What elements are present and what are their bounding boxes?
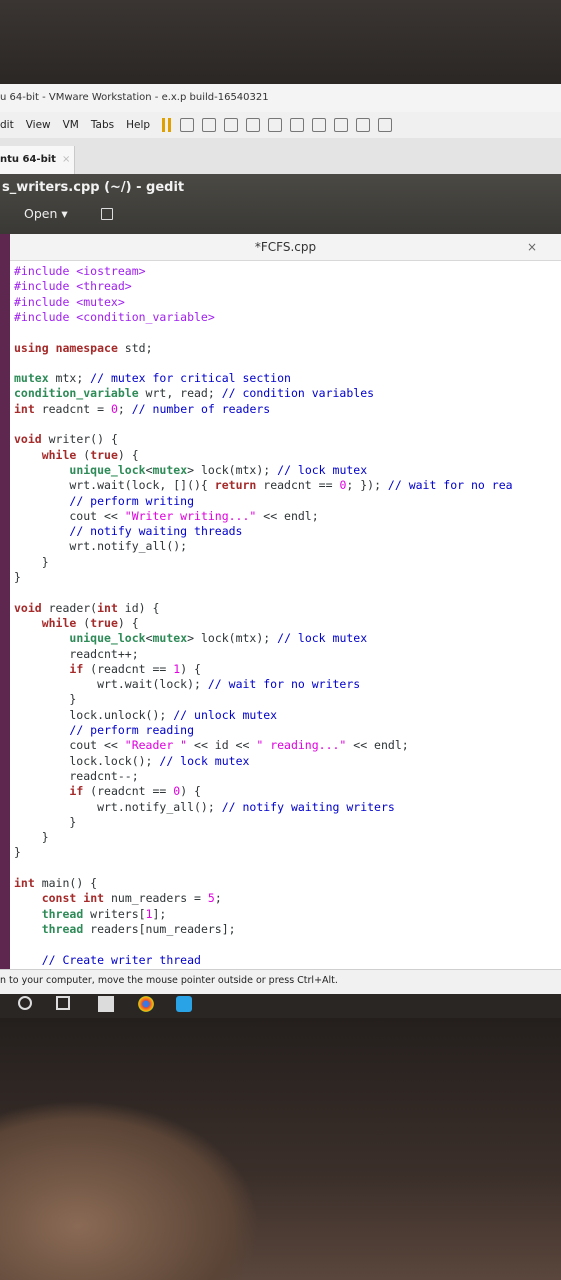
code-line: // perform writing bbox=[69, 493, 195, 508]
snapshot-manager-icon[interactable] bbox=[246, 118, 261, 132]
menu-vm[interactable]: VM bbox=[63, 119, 79, 131]
code-line: cout << "Reader " << id << " reading..."… bbox=[14, 738, 409, 753]
editor-pane: *FCFS.cpp × #include <iostream> #include … bbox=[10, 234, 561, 982]
code-line: readcnt++; bbox=[14, 646, 139, 661]
code-line: } bbox=[14, 692, 77, 707]
code-line: wrt.notify_all(); bbox=[14, 539, 188, 554]
search-icon[interactable] bbox=[18, 996, 32, 1010]
code-line: wrt.wait(lock, [](){ return readcnt == 0… bbox=[14, 478, 513, 493]
vmware-tabbar: ntu 64-bit × bbox=[0, 138, 561, 175]
document-tab[interactable]: *FCFS.cpp × bbox=[10, 234, 561, 261]
code-line: // Create writer thread bbox=[41, 952, 201, 967]
app-icon[interactable] bbox=[98, 996, 114, 1012]
close-icon[interactable]: × bbox=[62, 154, 70, 165]
menu-view[interactable]: View bbox=[26, 119, 51, 131]
code-line: } bbox=[14, 570, 21, 584]
window-title: s_writers.cpp (~/) - gedit bbox=[2, 180, 185, 195]
code-line: mutex mtx; // mutex for critical section bbox=[14, 371, 291, 386]
revert-snapshot-icon[interactable] bbox=[224, 118, 239, 132]
code-line: wrt.notify_all(); // notify waiting writ… bbox=[14, 799, 395, 814]
ubuntu-launcher bbox=[0, 234, 10, 969]
open-button[interactable]: Open ▾ bbox=[24, 206, 68, 221]
code-line: } bbox=[14, 814, 77, 829]
console-icon[interactable] bbox=[356, 118, 371, 132]
code-line: #include <thread> bbox=[14, 279, 132, 294]
code-line: thread writers[1]; bbox=[41, 906, 167, 921]
code-line: } bbox=[14, 845, 21, 860]
vmware-taskbar-icon[interactable] bbox=[176, 996, 192, 1012]
fit-guest-icon[interactable] bbox=[312, 118, 327, 132]
code-line: #include <condition_variable> bbox=[14, 309, 215, 324]
photo-background bbox=[0, 1100, 260, 1280]
monitor-bezel-top bbox=[0, 0, 561, 84]
unity-icon[interactable] bbox=[334, 118, 349, 132]
vmware-window: u 64-bit - VMware Workstation - e.x.p bu… bbox=[0, 84, 561, 994]
code-line: const int num_readers = 5; bbox=[41, 891, 222, 906]
code-line: while (true) { bbox=[41, 615, 139, 630]
code-line: #include <mutex> bbox=[14, 294, 125, 309]
code-line: void writer() { bbox=[14, 432, 118, 447]
vmware-status-hint: n to your computer, move the mouse point… bbox=[0, 969, 561, 994]
menu-help[interactable]: Help bbox=[126, 119, 150, 131]
code-line: // notify waiting threads bbox=[69, 524, 243, 539]
chrome-icon[interactable] bbox=[138, 996, 154, 1012]
code-line: if (readcnt == 1) { bbox=[69, 661, 201, 676]
code-line: condition_variable wrt, read; // conditi… bbox=[14, 386, 375, 401]
code-line: cout << "Writer writing..." << endl; bbox=[14, 508, 319, 523]
code-line: wrt.wait(lock); // wait for no writers bbox=[14, 677, 361, 692]
code-line: unique_lock<mutex> lock(mtx); // lock mu… bbox=[69, 631, 368, 646]
close-icon[interactable]: × bbox=[527, 234, 537, 260]
gedit-headerbar: s_writers.cpp (~/) - gedit Open ▾ bbox=[0, 174, 561, 234]
pause-icon[interactable] bbox=[162, 118, 172, 132]
fullscreen-icon[interactable] bbox=[378, 118, 393, 132]
code-line: thread readers[num_readers]; bbox=[41, 921, 236, 936]
code-line: lock.lock(); // lock mutex bbox=[14, 753, 250, 768]
menu-tabs[interactable]: Tabs bbox=[91, 119, 114, 131]
thumbnail-icon[interactable] bbox=[290, 118, 305, 132]
code-line: using namespace std; bbox=[14, 340, 153, 355]
vm-tab-ubuntu[interactable]: ntu 64-bit × bbox=[0, 146, 75, 174]
code-line: } bbox=[14, 554, 49, 569]
vm-tab-label: ntu 64-bit bbox=[0, 154, 56, 165]
host-taskbar bbox=[0, 994, 561, 1018]
code-line: while (true) { bbox=[41, 447, 139, 462]
code-line: // perform reading bbox=[69, 723, 195, 737]
code-line: int readcnt = 0; // number of readers bbox=[14, 401, 271, 416]
guest-desktop: s_writers.cpp (~/) - gedit Open ▾ *FCFS.… bbox=[0, 174, 561, 982]
snapshot-icon[interactable] bbox=[202, 118, 217, 132]
menu-edit[interactable]: dit bbox=[0, 119, 14, 131]
code-line: unique_lock<mutex> lock(mtx); // lock mu… bbox=[69, 462, 368, 477]
code-line: #include <iostream> bbox=[14, 264, 146, 278]
new-document-icon[interactable] bbox=[101, 208, 113, 220]
code-line: } bbox=[14, 830, 49, 845]
code-line: if (readcnt == 0) { bbox=[69, 784, 201, 799]
code-line: lock.unlock(); // unlock mutex bbox=[14, 707, 278, 722]
library-icon[interactable] bbox=[268, 118, 283, 132]
code-line: readcnt--; bbox=[14, 768, 139, 783]
code-line: int main() { bbox=[14, 876, 98, 890]
vmware-menubar: dit View VM Tabs Help bbox=[0, 112, 561, 139]
code-line: void reader(int id) { bbox=[14, 600, 160, 615]
task-view-icon[interactable] bbox=[56, 996, 70, 1010]
document-tab-label: *FCFS.cpp bbox=[254, 240, 317, 254]
vmware-title-bar: u 64-bit - VMware Workstation - e.x.p bu… bbox=[0, 84, 561, 112]
network-icon[interactable] bbox=[180, 118, 195, 132]
